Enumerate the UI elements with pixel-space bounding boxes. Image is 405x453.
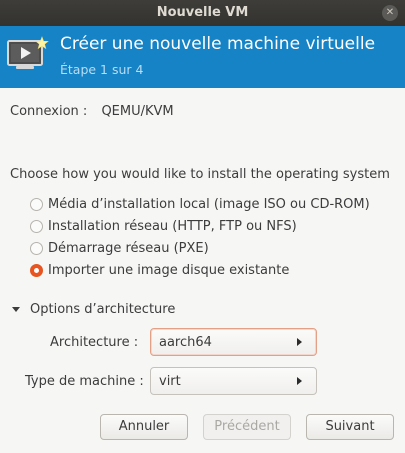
machine-type-label: Type de machine :	[25, 374, 144, 389]
radio-label: Média d’installation local (image ISO ou…	[48, 196, 370, 212]
radio-label: Importer une image disque existante	[48, 262, 290, 278]
previous-button[interactable]: Précédent	[203, 414, 291, 440]
install-question: Choose how you would like to install the…	[10, 167, 390, 182]
next-button[interactable]: Suivant	[306, 414, 394, 440]
wizard-header: Créer une nouvelle machine virtuelle Éta…	[0, 26, 405, 88]
connection-value: QEMU/KVM	[101, 104, 174, 119]
architecture-label: Architecture :	[50, 335, 139, 350]
connection-label: Connexion :	[10, 104, 88, 119]
install-method-group: Média d’installation local (image ISO ou…	[30, 193, 370, 281]
radio-button-selected[interactable]	[30, 263, 43, 277]
radio-local-media[interactable]: Média d’installation local (image ISO ou…	[30, 193, 370, 215]
connection-row: Connexion : QEMU/KVM	[10, 104, 174, 119]
expander-arrow-icon	[12, 307, 20, 312]
wizard-title: Créer une nouvelle machine virtuelle	[60, 34, 376, 54]
close-icon[interactable]: ✕	[382, 5, 398, 21]
radio-network-install[interactable]: Installation réseau (HTTP, FTP ou NFS)	[30, 215, 370, 237]
architecture-combo[interactable]: aarch64	[150, 328, 317, 356]
cancel-button[interactable]: Annuler	[100, 414, 188, 440]
wizard-step: Étape 1 sur 4	[60, 62, 144, 77]
combo-arrow-icon	[297, 377, 302, 385]
radio-button[interactable]	[30, 197, 43, 211]
title-bar[interactable]: Nouvelle VM ✕	[0, 0, 405, 26]
radio-button[interactable]	[30, 241, 43, 255]
radio-import-disk[interactable]: Importer une image disque existante	[30, 259, 370, 281]
new-vm-window: Nouvelle VM ✕ Créer une nouvelle machine…	[0, 0, 405, 453]
combo-arrow-icon	[297, 338, 302, 346]
radio-pxe-boot[interactable]: Démarrage réseau (PXE)	[30, 237, 370, 259]
window-title: Nouvelle VM	[156, 5, 249, 20]
radio-label: Démarrage réseau (PXE)	[48, 240, 209, 256]
machine-type-combo[interactable]: virt	[150, 367, 317, 395]
radio-button[interactable]	[30, 219, 43, 233]
radio-label: Installation réseau (HTTP, FTP ou NFS)	[48, 218, 297, 234]
machine-type-value: virt	[159, 373, 181, 389]
monitor-star-icon	[7, 36, 49, 69]
architecture-value: aarch64	[159, 334, 212, 350]
expander-label: Options d’architecture	[30, 302, 176, 317]
architecture-options-expander[interactable]: Options d’architecture	[12, 302, 175, 317]
